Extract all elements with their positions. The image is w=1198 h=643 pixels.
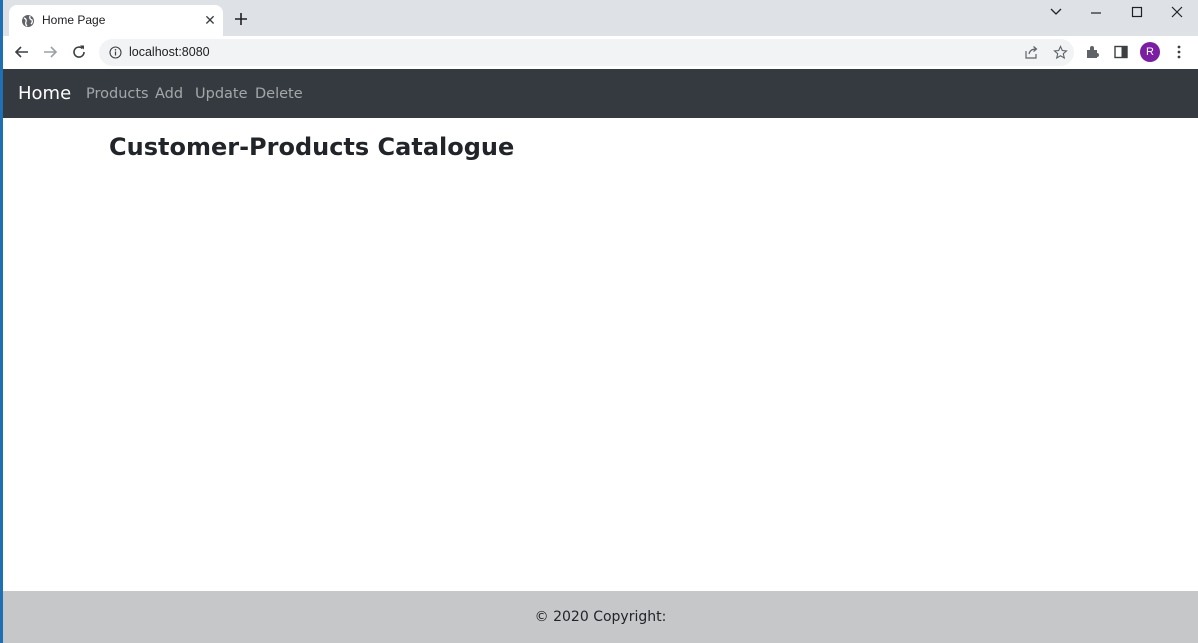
side-panel-icon[interactable] <box>1113 44 1129 60</box>
back-arrow-icon[interactable] <box>13 43 31 61</box>
close-tab-icon[interactable]: ✕ <box>202 12 218 28</box>
url-text[interactable]: localhost:8080 <box>129 45 210 59</box>
page-title: Customer-Products Catalogue <box>109 133 515 161</box>
share-icon[interactable] <box>1024 45 1039 60</box>
nav-link-update[interactable]: Update <box>195 86 248 102</box>
info-icon[interactable] <box>109 46 122 59</box>
tab-search-icon[interactable] <box>1045 3 1067 21</box>
nav-link-add[interactable]: Add <box>155 86 183 102</box>
address-bar[interactable]: localhost:8080 <box>99 39 1074 66</box>
reload-icon[interactable] <box>70 43 88 61</box>
nav-link-products[interactable]: Products <box>86 86 149 102</box>
footer-copyright: © 2020 Copyright: <box>534 609 667 625</box>
nav-link-delete[interactable]: Delete <box>255 86 303 102</box>
close-window-icon[interactable] <box>1166 3 1188 21</box>
maximize-icon[interactable] <box>1126 3 1148 21</box>
browser-tab[interactable]: Home Page ✕ <box>9 5 223 36</box>
minimize-icon[interactable] <box>1085 3 1107 21</box>
more-menu-icon[interactable] <box>1171 44 1187 60</box>
bookmark-star-icon[interactable] <box>1053 45 1068 60</box>
forward-arrow-icon[interactable] <box>41 43 59 61</box>
tab-title: Home Page <box>42 13 106 27</box>
page-viewport: Home Products Add Update Delete Customer… <box>3 69 1198 643</box>
tab-strip: Home Page ✕ <box>3 0 1198 36</box>
profile-avatar[interactable]: R <box>1140 42 1160 62</box>
globe-icon <box>22 15 34 27</box>
navbar-brand-home[interactable]: Home <box>18 83 71 104</box>
extensions-icon[interactable] <box>1085 44 1101 60</box>
page-footer: © 2020 Copyright: <box>3 591 1198 643</box>
site-navbar: Home Products Add Update Delete <box>3 69 1198 118</box>
browser-toolbar: localhost:8080 R <box>3 36 1198 69</box>
new-tab-icon[interactable] <box>231 9 251 29</box>
browser-window: Home Page ✕ localhost:8080 R Home Produc… <box>3 0 1198 643</box>
